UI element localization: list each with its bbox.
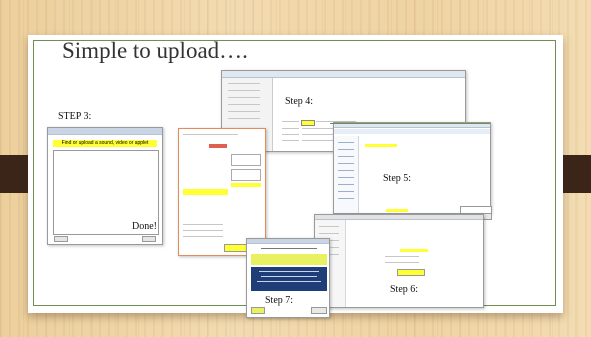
- step4-label: Step 4:: [285, 96, 314, 107]
- step3-prompt: Find or upload a sound, video or applet: [53, 140, 157, 147]
- dialog-titlebar: [222, 71, 465, 78]
- done-label: Done!: [132, 221, 157, 232]
- browse-button[interactable]: [301, 120, 315, 126]
- step7-label: Step 7:: [265, 295, 294, 306]
- left-accent-block: [0, 155, 28, 193]
- upload-button[interactable]: [397, 269, 425, 276]
- step7-dialog: [246, 238, 330, 318]
- dialog-titlebar: [48, 128, 162, 135]
- step5-file-explorer: [333, 122, 491, 214]
- slide-accent-line: [330, 123, 490, 124]
- filename-field[interactable]: [386, 209, 408, 212]
- dialog-titlebar: [247, 239, 329, 244]
- highlighted-option: [183, 189, 228, 195]
- cancel-button[interactable]: [142, 236, 156, 242]
- step5-label: Step 5:: [383, 173, 412, 184]
- toolbar-group: [231, 154, 261, 166]
- right-accent-block: [563, 155, 591, 193]
- ok-button[interactable]: [251, 307, 265, 314]
- explorer-nav-pane: [334, 136, 359, 213]
- highlighted-button[interactable]: [231, 183, 261, 187]
- ok-button[interactable]: [54, 236, 68, 242]
- highlight-bar: [251, 254, 327, 265]
- error-text: [209, 144, 227, 148]
- toolbar-group: [231, 169, 261, 181]
- selected-file[interactable]: [365, 144, 397, 147]
- cancel-button[interactable]: [311, 307, 327, 314]
- selected-file-path: [400, 249, 428, 252]
- slide-title: Simple to upload….: [62, 38, 248, 63]
- step6-label: Step 6:: [390, 284, 419, 295]
- step3-label: STEP 3:: [58, 111, 92, 122]
- item-editor-panel: [178, 128, 266, 256]
- explorer-addressbar: [334, 129, 490, 134]
